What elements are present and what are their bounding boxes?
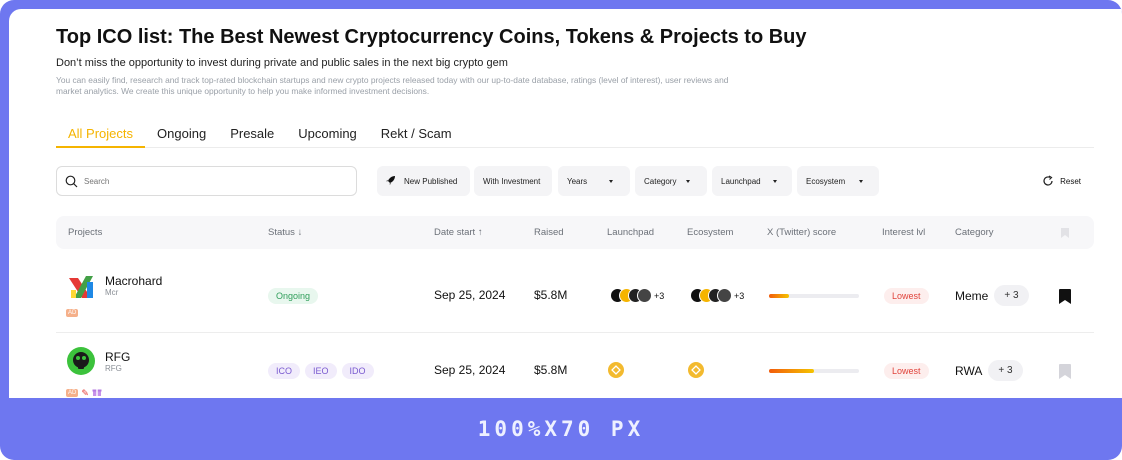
tab-presale[interactable]: Presale	[218, 121, 286, 148]
launchpad-dropdown[interactable]: Launchpad	[712, 166, 792, 196]
col-launchpad[interactable]: Launchpad	[607, 216, 654, 249]
search-input[interactable]	[84, 176, 344, 186]
search-box[interactable]	[56, 166, 357, 196]
new-published-button[interactable]: New Published	[377, 166, 470, 196]
page-title: Top ICO list: The Best Newest Cryptocurr…	[56, 26, 807, 48]
ad-badge: AD	[66, 389, 79, 397]
ecosystem-cell: +3	[690, 288, 744, 303]
bookmark-header-icon	[1060, 216, 1070, 249]
x-score-bar	[769, 369, 859, 373]
chevron-down-icon	[609, 179, 614, 183]
years-dropdown[interactable]: Years	[558, 166, 630, 196]
chevron-down-icon	[859, 179, 864, 183]
gift-icon	[92, 384, 102, 398]
page-description: You can easily find, research and track …	[56, 75, 729, 96]
frame: Top ICO list: The Best Newest Cryptocurr…	[0, 0, 1122, 460]
ad-badge: AD	[66, 309, 79, 317]
size-banner: 100%X70 PX	[477, 417, 645, 441]
interest-badge: Lowest	[884, 363, 929, 379]
status-tag: IDO	[341, 363, 374, 379]
category-more-button[interactable]: + 3	[994, 285, 1029, 306]
ecosystem-label: Ecosystem	[806, 176, 846, 186]
category-label: Category	[644, 176, 677, 186]
chevron-down-icon	[772, 179, 777, 183]
years-label: Years	[567, 176, 588, 186]
col-x-score[interactable]: X (Twitter) score	[767, 216, 836, 249]
status-badge: Ongoing	[268, 288, 319, 304]
tab-rekt-scam[interactable]: Rekt / Scam	[369, 121, 464, 148]
category-more-button[interactable]: + 3	[988, 360, 1023, 381]
project-logo	[66, 272, 96, 302]
status-tag: ICO	[268, 363, 301, 379]
launchpad-cell	[608, 362, 624, 378]
status-cell: Ongoing	[268, 288, 319, 304]
chevron-down-icon	[686, 179, 691, 183]
project-logo	[66, 346, 96, 376]
filter-bar: New Published With Investment Years Cate…	[56, 166, 1094, 196]
project-info: RFG RFG	[105, 350, 130, 373]
with-investment-label: With Investment	[483, 176, 541, 186]
ecosystem-dropdown[interactable]: Ecosystem	[797, 166, 879, 196]
tab-all-projects[interactable]: All Projects	[56, 121, 146, 148]
x-score-bar	[769, 294, 859, 298]
tab-upcoming[interactable]: Upcoming	[286, 121, 369, 148]
interest-badge: Lowest	[884, 288, 929, 304]
reset-button[interactable]: Reset	[1042, 166, 1081, 196]
date-cell: Sep 25, 2024	[434, 288, 506, 302]
col-date-start[interactable]: Date start ↑	[434, 216, 483, 249]
with-investment-button[interactable]: With Investment	[474, 166, 552, 196]
badges: AD ✎	[66, 384, 102, 398]
col-category[interactable]: Category	[955, 216, 994, 249]
tab-ongoing[interactable]: Ongoing	[145, 121, 218, 148]
macrohard-logo-icon	[69, 276, 93, 298]
raised-cell: $5.8M	[534, 288, 568, 302]
project-name[interactable]: RFG	[105, 350, 130, 364]
bnb-coin-icon	[688, 362, 704, 378]
reset-icon	[1043, 175, 1053, 186]
col-interest[interactable]: Interest lvl	[882, 216, 925, 249]
coin-icon	[717, 288, 732, 303]
date-cell: Sep 25, 2024	[434, 363, 506, 377]
ecosystem-more[interactable]: +3	[734, 291, 744, 301]
launchpad-cell: +3	[610, 288, 664, 303]
launchpad-more[interactable]: +3	[654, 291, 664, 301]
bookmark-icon[interactable]	[1058, 363, 1072, 380]
table-header: Projects Status ↓ Date start ↑ Raised La…	[56, 216, 1094, 249]
new-published-label: New Published	[404, 176, 458, 186]
status-cell: ICO IEO IDO	[268, 363, 379, 379]
category-cell: Meme + 3	[955, 285, 1029, 306]
content-card: Top ICO list: The Best Newest Cryptocurr…	[9, 9, 1122, 398]
category-label: RWA	[955, 363, 983, 378]
rfg-logo-icon	[67, 347, 95, 375]
bookmark-icon[interactable]	[1058, 288, 1072, 305]
col-projects[interactable]: Projects	[68, 216, 102, 249]
rocket-icon	[386, 175, 396, 187]
project-info: Macrohard Mcr	[105, 274, 162, 297]
ecosystem-cell	[688, 362, 704, 378]
project-name[interactable]: Macrohard	[105, 274, 162, 288]
project-ticker: RFG	[105, 364, 122, 373]
reset-label: Reset	[1060, 176, 1081, 186]
pin-icon: ✎	[81, 387, 89, 398]
status-tag: IEO	[305, 363, 337, 379]
coin-icon	[637, 288, 652, 303]
tab-bar: All Projects Ongoing Presale Upcoming Re…	[56, 121, 1094, 148]
col-status[interactable]: Status ↓	[268, 216, 302, 249]
launchpad-label: Launchpad	[721, 176, 761, 186]
table-row[interactable]: AD Macrohard Mcr Ongoing Sep 25, 2024 $5…	[56, 258, 1094, 333]
project-ticker: Mcr	[105, 288, 119, 297]
interest-cell: Lowest	[884, 363, 929, 379]
page-subtitle: Don’t miss the opportunity to invest dur…	[56, 57, 508, 69]
interest-cell: Lowest	[884, 288, 929, 304]
category-cell: RWA + 3	[955, 360, 1023, 381]
category-dropdown[interactable]: Category	[635, 166, 707, 196]
col-ecosystem[interactable]: Ecosystem	[687, 216, 733, 249]
search-icon	[65, 175, 78, 187]
category-label: Meme	[955, 288, 989, 303]
bnb-coin-icon	[608, 362, 624, 378]
raised-cell: $5.8M	[534, 363, 568, 377]
table-row[interactable]: AD ✎ RFG RFG ICO IEO IDO Sep 25, 2024 $5…	[56, 333, 1094, 398]
col-raised[interactable]: Raised	[534, 216, 564, 249]
